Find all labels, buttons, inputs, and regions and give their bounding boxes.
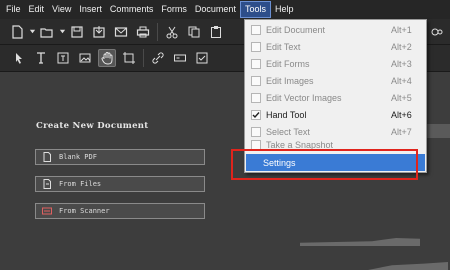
- menu-item-label: Select Text: [266, 126, 310, 137]
- from-scanner-button[interactable]: From Scanner: [35, 203, 205, 219]
- export-icon[interactable]: [90, 23, 108, 41]
- text-box-icon[interactable]: [54, 49, 72, 67]
- menu-comments[interactable]: Comments: [106, 1, 158, 18]
- print-icon[interactable]: [134, 23, 152, 41]
- menu-help[interactable]: Help: [271, 1, 298, 18]
- form-field-icon[interactable]: [171, 49, 189, 67]
- checkbox-icon: [251, 92, 261, 103]
- email-icon[interactable]: [112, 23, 130, 41]
- cut-icon[interactable]: [163, 23, 181, 41]
- menu-item-shortcut: Alt+3: [391, 58, 412, 69]
- copy-icon[interactable]: [185, 23, 203, 41]
- menu-edit[interactable]: Edit: [25, 1, 49, 18]
- text-select-icon[interactable]: [32, 49, 50, 67]
- menu-item-edit-images[interactable]: Edit Images Alt+4: [246, 72, 425, 89]
- toolbar-separator: [143, 49, 144, 67]
- link-icon[interactable]: [149, 49, 167, 67]
- checked-checkbox-icon: [251, 109, 261, 120]
- checkbox-icon: [251, 24, 261, 35]
- hand-tool-icon[interactable]: [98, 49, 116, 67]
- menu-item-label: Hand Tool: [266, 109, 307, 120]
- select-arrow-icon[interactable]: [10, 49, 28, 67]
- menu-document[interactable]: Document: [191, 1, 240, 18]
- dropdown-icon[interactable]: [28, 23, 36, 41]
- menu-view[interactable]: View: [48, 1, 75, 18]
- paste-icon[interactable]: [207, 23, 225, 41]
- menu-item-edit-forms[interactable]: Edit Forms Alt+3: [246, 55, 425, 72]
- save-icon[interactable]: [68, 23, 86, 41]
- from-files-button[interactable]: From Files: [35, 176, 205, 192]
- menu-item-label: Edit Text: [266, 41, 301, 52]
- menu-forms[interactable]: Forms: [157, 1, 191, 18]
- dropdown-icon[interactable]: [58, 23, 66, 41]
- menu-item-shortcut: Alt+5: [391, 92, 412, 103]
- new-document-icon[interactable]: [8, 23, 26, 41]
- menu-item-shortcut: Alt+1: [391, 24, 412, 35]
- from-scanner-label: From Scanner: [59, 207, 110, 215]
- checkbox-icon: [251, 41, 261, 52]
- checkbox-tool-icon[interactable]: [193, 49, 211, 67]
- scanner-icon: [41, 206, 52, 217]
- checkbox-icon: [251, 126, 261, 137]
- menu-item-shortcut: Alt+2: [391, 41, 412, 52]
- edit-image-icon[interactable]: [76, 49, 94, 67]
- toolbar-separator: [157, 22, 158, 41]
- menu-item-shortcut: Alt+4: [391, 75, 412, 86]
- menu-insert[interactable]: Insert: [75, 1, 106, 18]
- zoom-icon[interactable]: [428, 23, 446, 41]
- menu-item-label: Edit Document: [266, 24, 326, 35]
- menu-item-edit-vector-images[interactable]: Edit Vector Images Alt+5: [246, 89, 425, 106]
- checkbox-icon: [251, 75, 261, 86]
- annotation-highlight-box: [231, 149, 418, 180]
- file-import-icon: [41, 179, 52, 190]
- menu-item-shortcut: Alt+7: [391, 126, 412, 137]
- menu-file[interactable]: File: [2, 1, 25, 18]
- menu-item-edit-text[interactable]: Edit Text Alt+2: [246, 38, 425, 55]
- blank-pdf-button[interactable]: Blank PDF: [35, 149, 205, 165]
- crop-icon[interactable]: [120, 49, 138, 67]
- create-new-document-heading: Create New Document: [36, 121, 149, 131]
- open-folder-icon[interactable]: [38, 23, 56, 41]
- menu-item-shortcut: Alt+6: [391, 109, 412, 120]
- menu-item-label: Edit Forms: [266, 58, 310, 69]
- menu-item-hand-tool[interactable]: Hand Tool Alt+6: [246, 106, 425, 123]
- from-files-label: From Files: [59, 180, 102, 188]
- page-icon: [41, 152, 52, 163]
- menubar: File Edit View Insert Comments Forms Doc…: [0, 0, 450, 19]
- menu-tools[interactable]: Tools: [239, 1, 271, 18]
- menu-item-edit-document[interactable]: Edit Document Alt+1: [246, 21, 425, 38]
- blank-pdf-label: Blank PDF: [59, 153, 97, 161]
- right-panel-tab: [424, 124, 450, 138]
- menu-item-label: Edit Images: [266, 75, 314, 86]
- checkbox-icon: [251, 58, 261, 69]
- menu-item-label: Edit Vector Images: [266, 92, 342, 103]
